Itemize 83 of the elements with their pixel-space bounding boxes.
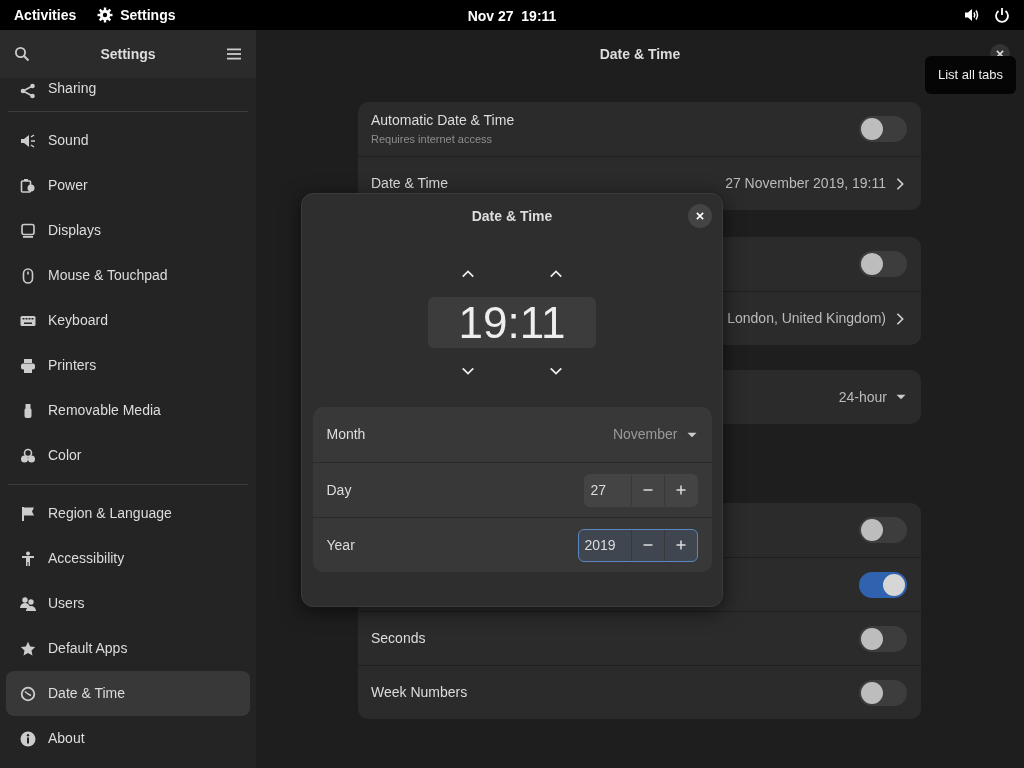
sidebar-item[interactable]: Accessibility <box>6 536 250 581</box>
star-icon <box>20 640 36 657</box>
sidebar-item[interactable]: Default Apps <box>6 626 250 671</box>
sidebar-item-label: Keyboard <box>48 311 108 330</box>
accessibility-icon <box>20 550 36 567</box>
row-label: Day <box>326 480 353 500</box>
toggle-switch[interactable] <box>859 571 907 598</box>
number-field[interactable]: 2019 <box>578 529 631 561</box>
plus-icon <box>674 539 687 551</box>
sidebar-item[interactable]: About <box>6 716 250 761</box>
search-icon[interactable] <box>14 46 30 62</box>
menu-icon[interactable] <box>226 46 242 62</box>
tooltip: List all tabs <box>924 56 1016 94</box>
sidebar-item-label: Users <box>48 594 85 613</box>
sidebar-item-label: Color <box>48 446 82 465</box>
row-label: Year <box>326 535 356 555</box>
row-label: Date & Time <box>371 174 450 193</box>
sidebar-item-label: Power <box>48 176 88 195</box>
sidebar-item[interactable]: Keyboard <box>6 298 250 343</box>
sidebar-item[interactable]: Region & Language <box>6 491 250 536</box>
plus-icon <box>674 484 687 496</box>
sidebar-item-label: Displays <box>48 221 101 240</box>
monitor-icon <box>20 222 36 239</box>
row-value: London, United Kingdom) <box>727 309 886 328</box>
clock[interactable]: Nov 27 19:11 <box>467 6 557 27</box>
row-label: Seconds <box>371 629 427 648</box>
gear-icon <box>97 7 114 23</box>
mouse-icon <box>20 267 36 284</box>
sidebar-item[interactable]: Displays <box>6 208 250 253</box>
toggle-switch[interactable] <box>859 625 907 652</box>
sidebar-item[interactable]: Mouse & Touchpad <box>6 253 250 298</box>
spin-button[interactable]: 27 <box>583 473 698 507</box>
close-button[interactable] <box>688 204 712 228</box>
page-title: Date & Time <box>599 44 681 64</box>
circles-icon <box>20 447 36 464</box>
power-icon[interactable] <box>994 7 1010 23</box>
volume-icon[interactable] <box>964 7 980 23</box>
flag-icon <box>20 505 36 522</box>
toggle-switch[interactable] <box>859 116 907 142</box>
row-subtitle: Requires internet access <box>371 132 494 148</box>
row-label: Week Numbers <box>371 683 469 702</box>
sidebar-item-label: Printers <box>48 356 97 375</box>
sidebar-item-label: Accessibility <box>48 549 125 568</box>
close-icon <box>695 211 705 221</box>
sidebar-item-label: Sound <box>48 131 89 150</box>
dropdown[interactable]: 24-hour <box>838 386 907 408</box>
activities-button[interactable]: Activities <box>14 4 77 26</box>
close-icon <box>995 49 1005 59</box>
sidebar-title: Settings <box>100 44 156 64</box>
app-menu[interactable]: Settings <box>120 4 176 26</box>
share-icon <box>20 83 36 99</box>
number-field[interactable]: 27 <box>584 474 631 506</box>
clock-icon <box>20 685 36 702</box>
dialog-title: Date & Time <box>471 207 553 226</box>
toggle-switch[interactable] <box>859 517 907 543</box>
spin-button[interactable]: 2019 <box>577 528 698 562</box>
sidebar-item-label: Region & Language <box>48 504 172 523</box>
sidebar-item[interactable]: Date & Time <box>6 671 250 716</box>
sidebar-item-label: Date & Time <box>48 684 126 703</box>
sidebar-item[interactable]: Sharing <box>6 78 250 105</box>
sidebar-item-label: Removable Media <box>48 401 161 420</box>
toggle-switch[interactable] <box>859 251 907 277</box>
users-icon <box>20 595 36 612</box>
speaker-icon <box>20 132 36 149</box>
sidebar-item-label: Default Apps <box>48 639 128 658</box>
row-label: Automatic Date & Time <box>371 111 516 131</box>
sidebar-item-label: About <box>48 729 85 748</box>
sidebar-item[interactable]: Sound <box>6 118 250 163</box>
battery-plug-icon <box>20 177 36 194</box>
row-label: Month <box>326 425 367 444</box>
sidebar-item-label: Mouse & Touchpad <box>48 266 168 285</box>
sidebar-item-label: Sharing <box>48 79 97 98</box>
row-value: 27 November 2019, 19:11 <box>725 174 886 193</box>
sidebar-item[interactable]: Power <box>6 163 250 208</box>
info-icon <box>20 730 36 747</box>
printer-icon <box>20 357 36 374</box>
sidebar-item[interactable]: Color <box>6 433 250 478</box>
toggle-switch[interactable] <box>859 679 907 706</box>
dropdown[interactable]: November <box>612 424 698 445</box>
sidebar-item[interactable]: Printers <box>6 343 250 388</box>
sidebar-item[interactable]: Removable Media <box>6 388 250 433</box>
time-display: 19:11 <box>428 297 596 348</box>
sidebar-item[interactable]: Users <box>6 581 250 626</box>
